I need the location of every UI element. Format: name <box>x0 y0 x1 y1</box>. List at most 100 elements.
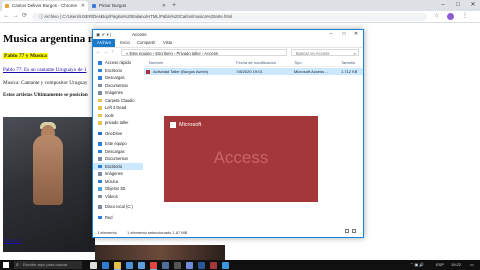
ribbon-tab-share[interactable]: Compartir <box>133 39 159 47</box>
browser-menu-icon[interactable]: ⋮ <box>462 12 468 19</box>
sidebar-item[interactable]: Disco local (C:) <box>93 203 143 211</box>
discord-icon[interactable] <box>186 261 193 269</box>
explorer-title: Access <box>132 32 147 37</box>
explorer-close-button[interactable]: ✕ <box>350 30 362 39</box>
new-tab-button[interactable]: + <box>172 1 176 10</box>
sidebar-item[interactable]: OneDrive <box>93 130 143 138</box>
sidebar-item[interactable]: Documentos <box>93 155 143 163</box>
taskbar-search-input[interactable]: ⌕ Escribe aquí para buscar <box>14 261 82 269</box>
sidebar-item[interactable]: tools <box>93 112 143 120</box>
sidebar-item[interactable]: Escritorio <box>93 162 143 170</box>
tab-close-icon[interactable]: ✕ <box>162 1 166 11</box>
sidebar-item[interactable]: privado taller <box>93 119 143 127</box>
music-icon <box>98 179 102 183</box>
explorer-minimize-button[interactable]: – <box>325 30 337 39</box>
tray-clock[interactable]: 19:22 <box>451 260 461 270</box>
tab-label: Pintor Burgos <box>99 3 127 8</box>
ribbon-tab-view[interactable]: Vista <box>159 39 176 47</box>
ribbon-tab-file[interactable]: Archivo <box>93 39 115 47</box>
sidebar-item-label: Escritorio <box>105 67 123 73</box>
notifications-icon[interactable]: ▭ <box>470 260 474 270</box>
explorer-breadcrumb[interactable]: « Este equipo › Escritorio › Privado tal… <box>121 49 287 56</box>
sidebar-item[interactable]: Escritorio <box>93 67 143 75</box>
access-icon[interactable] <box>210 261 217 269</box>
sidebar-item[interactable]: Descargas <box>93 74 143 82</box>
back-icon[interactable]: ← <box>2 12 11 21</box>
explorer-sidebar: Acceso rápido Escritorio Descargas Document… <box>93 59 143 229</box>
column-header-size[interactable]: Tamaño <box>341 59 355 66</box>
explorer-taskbar-icon[interactable] <box>114 261 121 270</box>
sidebar-item[interactable]: Red <box>93 214 143 222</box>
browser-tabbar: Cantos Deliver Burgos - Chrome ✕ Pintor … <box>0 0 480 11</box>
artist-photo <box>3 117 95 252</box>
chrome-icon[interactable] <box>150 261 157 270</box>
photos-icon[interactable] <box>222 261 229 269</box>
microsoft-logo-icon <box>170 122 176 128</box>
sidebar-item[interactable]: Imágenes <box>93 89 143 97</box>
sidebar-item-label: Disco local (C:) <box>105 204 133 209</box>
address-bar[interactable]: ⓘ Archivo | C:/Users/USER/Desktop/Pagina… <box>32 12 427 21</box>
steam-icon[interactable] <box>162 261 169 269</box>
second-photo <box>95 245 225 260</box>
pc-icon <box>98 142 102 146</box>
sidebar-item[interactable]: Música <box>93 178 143 186</box>
sidebar-item[interactable]: Descargas <box>93 148 143 156</box>
bookmark-star-icon[interactable]: ☆ <box>434 12 439 19</box>
details-view-icon[interactable] <box>345 229 349 233</box>
browser-tab-1[interactable]: Cantos Deliver Burgos - Chrome ✕ <box>2 1 88 11</box>
taskbar-search-placeholder: Escribe aquí para buscar <box>23 262 68 267</box>
store-icon[interactable] <box>126 261 133 269</box>
tab-favicon-icon <box>5 4 9 8</box>
sidebar-item[interactable]: Este equipo <box>93 140 143 148</box>
sidebar-item[interactable]: Vídeos <box>93 193 143 201</box>
sidebar-item[interactable]: Documentos <box>93 82 143 90</box>
task-view-icon[interactable] <box>90 261 97 269</box>
tray-icons[interactable]: ⌃ ▣ 🔊 <box>410 260 424 270</box>
explorer-search-input[interactable]: Buscar en Access ⌕ <box>291 49 359 56</box>
file-row[interactable]: Actividad Taller (Burgos Avelín) 7/8/202… <box>144 68 363 75</box>
mail-icon[interactable] <box>138 261 145 269</box>
column-header-type[interactable]: Tipo <box>294 59 302 66</box>
large-icons-view-icon[interactable] <box>352 229 356 233</box>
tray-language[interactable]: ESP <box>436 260 444 270</box>
browser-maximize-button[interactable]: □ <box>451 0 465 11</box>
drive-icon <box>98 205 102 209</box>
word-icon[interactable] <box>198 261 205 269</box>
sidebar-item-label: privado taller <box>105 120 129 125</box>
explorer-maximize-button[interactable]: □ <box>338 30 350 39</box>
file-size: 1.712 KB <box>341 69 358 74</box>
documents-icon <box>98 157 102 161</box>
ribbon-tab-home[interactable]: Inicio <box>116 39 134 47</box>
browser-close-button[interactable]: ✕ <box>466 0 480 11</box>
download-icon <box>98 149 102 153</box>
page-link-2[interactable]: Rasoto 8 <box>3 238 21 244</box>
explorer-forward-icon[interactable]: → <box>103 49 108 55</box>
page-heading: Musica argentina n <box>3 33 95 45</box>
sidebar-item[interactable]: Imágenes <box>93 170 143 178</box>
sidebar-item-label: Acceso rápido <box>105 60 131 65</box>
status-count: 1 elemento <box>97 230 117 235</box>
sidebar-item[interactable]: Acceso rápido <box>93 59 143 67</box>
profile-avatar[interactable] <box>447 13 454 20</box>
column-header-name[interactable]: Nombre <box>149 59 163 66</box>
page-link-1[interactable]: Pablo 77: Es un cantante Uruguayo de 1 <box>3 67 86 73</box>
explorer-up-icon[interactable]: ↑ <box>111 49 114 55</box>
forward-icon[interactable]: → <box>11 12 20 21</box>
edge-icon[interactable] <box>102 261 109 269</box>
explorer-back-icon[interactable]: ← <box>96 49 101 55</box>
obs-icon[interactable] <box>174 261 181 269</box>
reload-icon[interactable]: ⟳ <box>20 12 29 21</box>
sidebar-item[interactable]: Objetos 3D <box>93 185 143 193</box>
browser-minimize-button[interactable]: – <box>436 0 450 11</box>
quick-access-toolbar[interactable]: ▣ ✔ ▾ | <box>96 30 111 39</box>
tab-close-icon[interactable]: ✕ <box>81 1 85 11</box>
column-header-date[interactable]: Fecha de modificación <box>236 59 276 66</box>
sidebar-item-label: Imágenes <box>105 171 123 176</box>
sidebar-item[interactable]: Carpeta Claudio <box>93 97 143 105</box>
start-button-icon[interactable] <box>3 262 9 268</box>
browser-tab-2[interactable]: Pintor Burgos ✕ <box>89 1 169 11</box>
preview-brand: Microsoft <box>179 122 202 128</box>
status-selected: 1 elemento seleccionado 1,67 MB <box>127 230 188 235</box>
sidebar-item-label: Carpeta Claudio <box>105 97 135 103</box>
sidebar-item[interactable]: Left 4 Dead <box>93 104 143 112</box>
